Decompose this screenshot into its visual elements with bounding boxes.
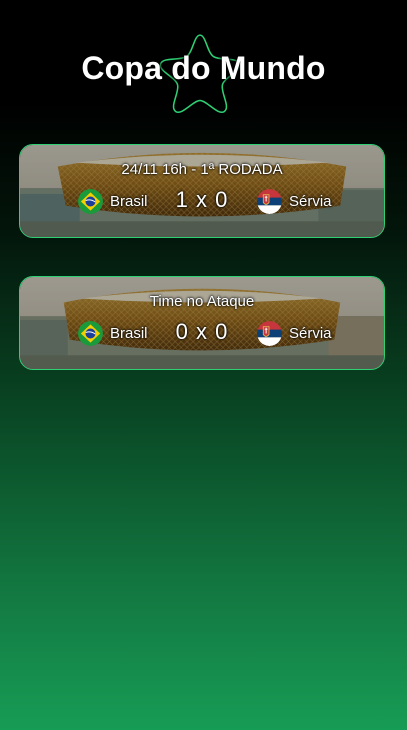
serbia-flag-icon	[257, 320, 282, 346]
away-team-name: Sérvia	[289, 192, 332, 210]
serbia-flag-icon	[257, 188, 282, 214]
away-team-name: Sérvia	[289, 324, 332, 342]
away-team: Sérvia	[257, 188, 332, 214]
match-label: 24/11 16h - 1ª RODADA	[121, 161, 283, 178]
match-card[interactable]: Time no Ataque Brasil 0 x 0 Sérvia	[19, 276, 385, 370]
away-team: Sérvia	[257, 320, 332, 346]
app-header: Copa do Mundo	[0, 28, 407, 118]
match-card[interactable]: 24/11 16h - 1ª RODADA Brasil 1 x 0 Sérvi…	[19, 144, 385, 238]
page-title: Copa do Mundo	[81, 50, 326, 86]
match-label: Time no Ataque	[149, 293, 255, 310]
